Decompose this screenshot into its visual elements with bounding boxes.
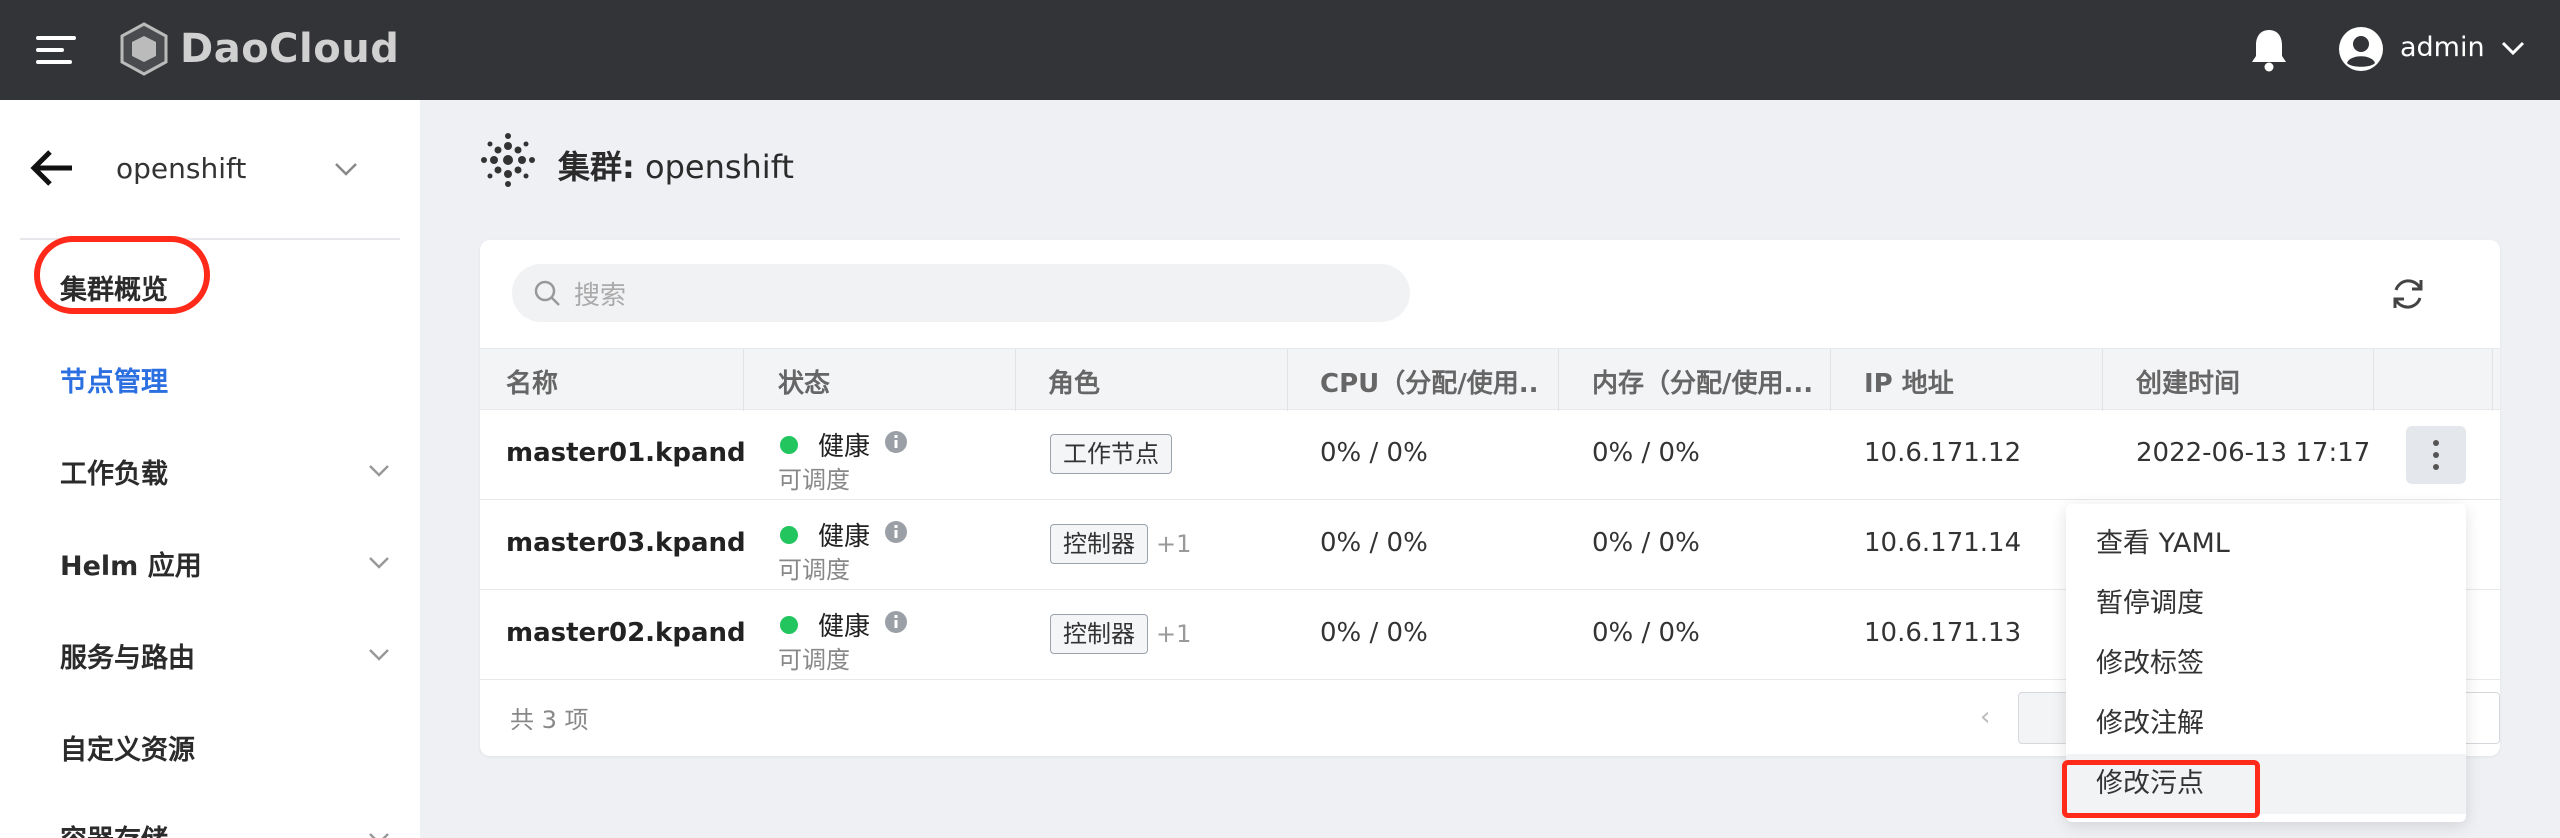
cluster-selector[interactable]: openshift <box>116 152 246 185</box>
search-icon <box>534 280 560 306</box>
column-divider <box>1015 349 1016 411</box>
page-title-value: openshift <box>644 148 794 186</box>
ip-address: 10.6.171.14 <box>1864 528 2022 558</box>
sidebar-item-services-routes[interactable]: 服务与路由 <box>60 636 195 675</box>
column-header-status[interactable]: 状态 <box>778 363 830 400</box>
menu-item-edit-labels[interactable]: 修改标签 <box>2066 634 2466 694</box>
role-extra-count[interactable]: +1 <box>1156 530 1191 558</box>
status-dot <box>780 436 798 454</box>
sidebar-item-custom-resources[interactable]: 自定义资源 <box>60 728 195 767</box>
status-text: 健康 <box>818 522 871 552</box>
node-name[interactable]: master03.kpand... <box>506 528 746 558</box>
column-divider <box>1830 349 1831 411</box>
sidebar-item-node-management[interactable]: 节点管理 <box>60 360 168 399</box>
column-divider <box>2492 349 2493 411</box>
column-divider <box>2373 349 2374 411</box>
memory-usage: 0% / 0% <box>1592 528 1700 558</box>
menu-icon[interactable] <box>36 36 76 66</box>
menu-item-view-yaml[interactable]: 查看 YAML <box>2066 514 2466 574</box>
role-extra-count[interactable]: +1 <box>1156 620 1191 648</box>
prev-page-icon[interactable]: ‹ <box>1980 702 1990 732</box>
cpu-usage: 0% / 0% <box>1320 438 1428 468</box>
schedulable-text: 可调度 <box>778 556 850 584</box>
ip-address: 10.6.171.12 <box>1864 438 2022 468</box>
column-divider <box>743 349 744 411</box>
column-header-created[interactable]: 创建时间 <box>2136 363 2240 400</box>
logo[interactable]: DaoCloud <box>118 22 399 76</box>
top-bar: DaoCloud admin <box>0 0 2560 100</box>
status-text: 健康 <box>818 432 871 462</box>
bell-icon[interactable] <box>2248 26 2290 72</box>
highlight-annotation <box>34 236 210 314</box>
column-divider <box>2102 349 2103 411</box>
created-time: 2022-06-13 17:17 <box>2136 438 2371 468</box>
chevron-down-icon[interactable] <box>368 464 390 477</box>
column-header-name[interactable]: 名称 <box>506 363 558 400</box>
info-icon[interactable] <box>884 430 908 454</box>
column-header-ip[interactable]: IP 地址 <box>1864 363 1954 400</box>
search-placeholder: 搜索 <box>574 280 627 311</box>
chevron-down-icon[interactable] <box>368 648 390 661</box>
highlight-annotation <box>2062 760 2260 818</box>
more-actions-button[interactable] <box>2406 426 2466 484</box>
role-tag: 控制器 <box>1050 524 1148 564</box>
node-name[interactable]: master02.kpand... <box>506 618 746 648</box>
avatar-icon[interactable] <box>2338 26 2384 72</box>
logo-text: DaoCloud <box>180 26 400 72</box>
total-count: 共 3 项 <box>510 706 589 734</box>
role-tag: 控制器 <box>1050 614 1148 654</box>
status-dot <box>780 526 798 544</box>
daocloud-logo-icon <box>120 22 168 76</box>
chevron-down-icon[interactable] <box>334 162 358 176</box>
chevron-down-icon[interactable] <box>2500 40 2526 56</box>
cpu-usage: 0% / 0% <box>1320 618 1428 648</box>
column-header-role[interactable]: 角色 <box>1048 363 1100 400</box>
cluster-icon <box>481 133 535 187</box>
chevron-down-icon[interactable] <box>368 832 390 838</box>
table-row[interactable]: master01.kpand... 健康 可调度 工作节点 0% / 0% 0%… <box>480 410 2500 500</box>
page-title-label: 集群: <box>558 148 635 186</box>
back-arrow-icon[interactable] <box>28 148 76 188</box>
status-text: 健康 <box>818 612 871 642</box>
user-name[interactable]: admin <box>2400 32 2485 63</box>
page-title: 集群: openshift <box>558 142 794 188</box>
memory-usage: 0% / 0% <box>1592 438 1700 468</box>
column-divider <box>1558 349 1559 411</box>
sidebar-item-workloads[interactable]: 工作负载 <box>60 452 168 491</box>
schedulable-text: 可调度 <box>778 646 850 674</box>
column-header-memory[interactable]: 内存（分配/使用... <box>1592 363 1812 400</box>
schedulable-text: 可调度 <box>778 466 850 494</box>
sidebar-item-helm-apps[interactable]: Helm 应用 <box>60 544 202 583</box>
role-tag: 工作节点 <box>1050 434 1172 474</box>
memory-usage: 0% / 0% <box>1592 618 1700 648</box>
menu-item-edit-annotations[interactable]: 修改注解 <box>2066 694 2466 754</box>
node-name[interactable]: master01.kpand... <box>506 438 746 468</box>
table-header: 名称 状态 角色 CPU（分配/使用... 内存（分配/使用... IP 地址 … <box>480 348 2500 411</box>
status-dot <box>780 616 798 634</box>
ip-address: 10.6.171.13 <box>1864 618 2022 648</box>
cpu-usage: 0% / 0% <box>1320 528 1428 558</box>
info-icon[interactable] <box>884 610 908 634</box>
page-jump-input[interactable] <box>2460 692 2500 744</box>
sidebar: openshift 集群概览 节点管理 工作负载 Helm 应用 服务与路由 自… <box>0 100 420 838</box>
refresh-icon[interactable] <box>2388 274 2428 314</box>
menu-item-pause-scheduling[interactable]: 暂停调度 <box>2066 574 2466 634</box>
column-header-cpu[interactable]: CPU（分配/使用... <box>1320 363 1540 400</box>
sidebar-item-container-storage[interactable]: 容器存储 <box>60 818 168 838</box>
chevron-down-icon[interactable] <box>368 556 390 569</box>
column-divider <box>1287 349 1288 411</box>
search-input[interactable]: 搜索 <box>512 264 1410 322</box>
info-icon[interactable] <box>884 520 908 544</box>
